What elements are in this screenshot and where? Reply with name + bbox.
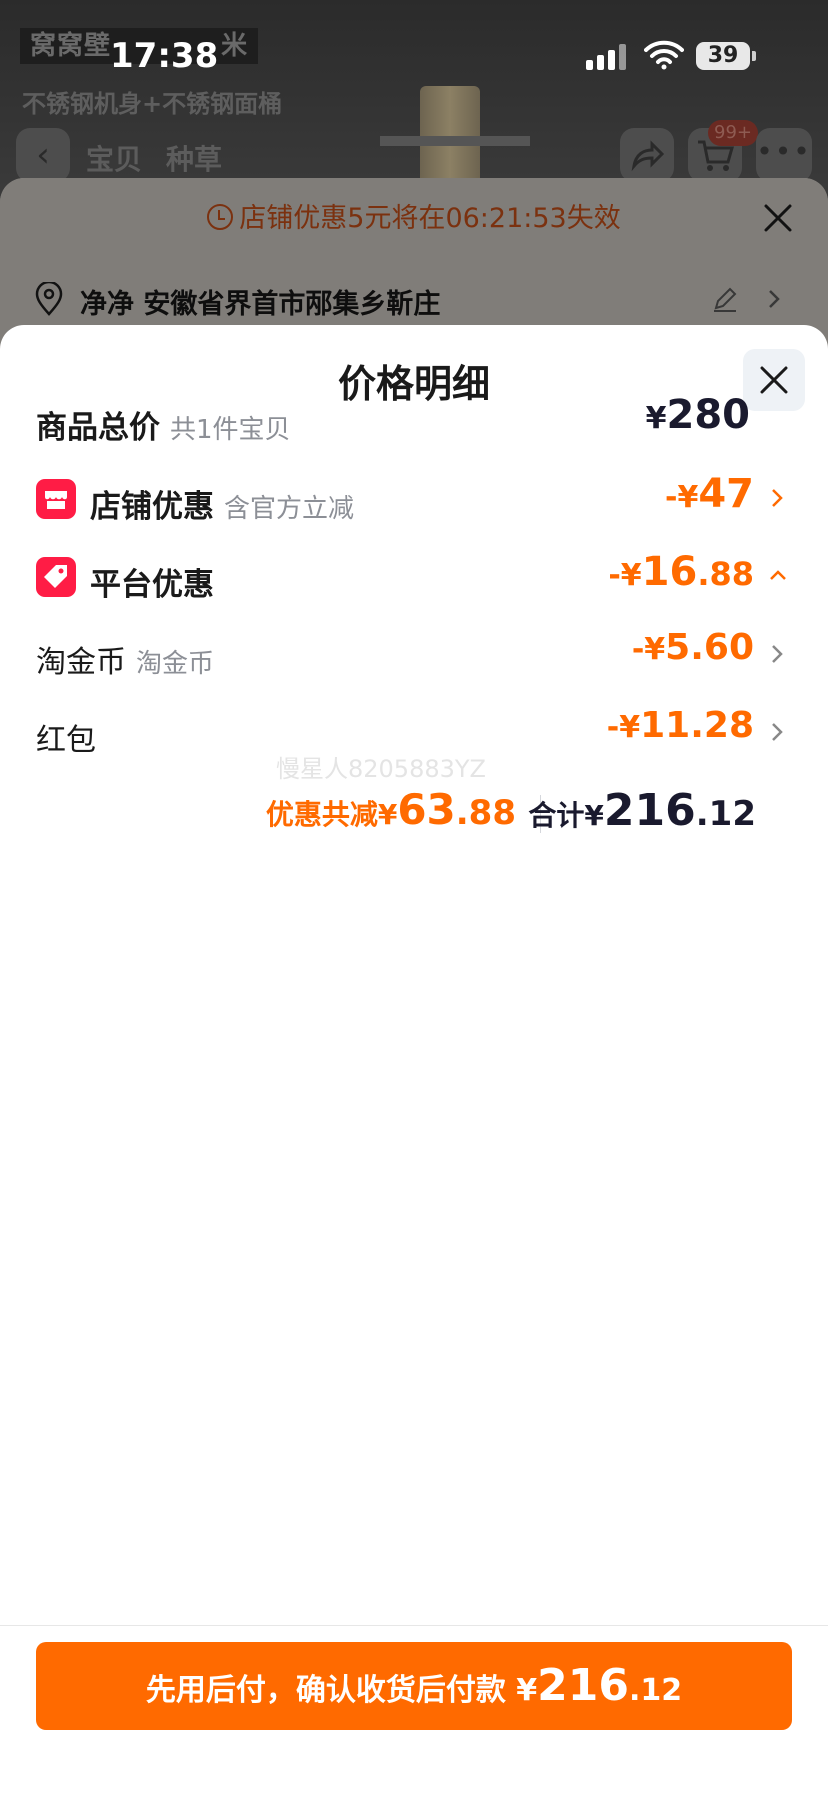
total-discount-cents: .88 xyxy=(455,793,516,833)
shop-discount-label: 店铺优惠 xyxy=(90,489,214,525)
total-discount: 优惠共减¥63.88 xyxy=(266,785,516,834)
tab-item[interactable]: 宝贝 xyxy=(86,138,142,178)
coin-discount-label: 淘金币 xyxy=(36,645,126,680)
amount-value: 5.60 xyxy=(665,627,754,668)
goods-total-row: 商品总价 共1件宝贝 ¥280 xyxy=(0,392,828,452)
red-packet-label: 红包 xyxy=(36,723,96,758)
red-packet-amount: -¥11.28 xyxy=(607,705,754,746)
goods-total-label: 商品总价 xyxy=(36,410,160,446)
battery-icon: 39 xyxy=(696,42,750,70)
shop-discount-sub: 含官方立减 xyxy=(224,494,355,524)
tab-grass[interactable]: 种草 xyxy=(166,138,222,178)
platform-discount-label: 平台优惠 xyxy=(90,567,214,603)
grand-total-amount: 216 xyxy=(603,785,696,836)
shop-discount-amount: -¥47 xyxy=(665,471,754,517)
total-discount-label: 优惠共减¥ xyxy=(265,798,398,831)
amount-value: 11.28 xyxy=(640,705,754,746)
signal-icon xyxy=(586,44,630,70)
row-label: 店铺优惠 含官方立减 xyxy=(90,481,354,526)
tag-icon xyxy=(36,557,76,597)
price-summary: 优惠共减¥63.88 合计¥216.12 xyxy=(0,785,828,845)
currency-symbol: ¥ xyxy=(645,401,667,436)
coin-discount-amount: -¥5.60 xyxy=(632,627,754,668)
currency-symbol: ¥ xyxy=(619,710,641,745)
pay-button-amount: 216 xyxy=(537,1660,630,1711)
product-nav-bar: ‹ 宝贝 种草 99+ ••• xyxy=(0,120,828,184)
chevron-right-icon xyxy=(772,645,783,663)
row-label: 平台优惠 xyxy=(90,559,214,604)
goods-total-sub: 共1件宝贝 xyxy=(170,415,291,445)
cart-badge: 99+ xyxy=(708,120,758,146)
pay-later-button[interactable]: 先用后付，确认收货后付款 ¥216.12 xyxy=(36,1642,792,1730)
back-button[interactable]: ‹ xyxy=(16,128,70,182)
shop-icon xyxy=(36,479,76,519)
pay-button-label: 先用后付，确认收货后付款 ¥ xyxy=(145,1673,538,1708)
total-discount-amount: 63 xyxy=(397,785,456,834)
currency-symbol: ¥ xyxy=(677,480,699,515)
chevron-right-icon xyxy=(772,723,783,741)
platform-discount-row[interactable]: 平台优惠 -¥16.88 xyxy=(0,549,828,609)
grand-total-label: 合计¥ xyxy=(528,799,604,832)
minus-sign: - xyxy=(631,632,645,667)
status-time: 17:38 xyxy=(110,36,219,76)
row-label: 商品总价 共1件宝贝 xyxy=(36,402,291,447)
pay-button-cents: .12 xyxy=(629,1673,683,1708)
platform-discount-amount: -¥16.88 xyxy=(608,549,754,595)
row-label: 淘金币 淘金币 xyxy=(36,637,214,681)
amount-cents: .88 xyxy=(697,555,754,593)
minus-sign: - xyxy=(665,480,678,515)
chevron-up-icon xyxy=(770,570,786,580)
status-bar: 17:38 39 xyxy=(0,0,828,100)
share-button[interactable] xyxy=(620,128,674,182)
row-label: 红包 xyxy=(36,715,96,759)
grand-total-cents: .12 xyxy=(695,794,756,834)
bottom-bar: 先用后付，确认收货后付款 ¥216.12 xyxy=(0,1625,828,1795)
shop-discount-row[interactable]: 店铺优惠 含官方立减 -¥47 xyxy=(0,471,828,531)
more-button[interactable]: ••• xyxy=(756,128,812,182)
amount-value: 47 xyxy=(698,471,754,517)
wifi-icon xyxy=(644,40,684,70)
goods-total-amount: ¥280 xyxy=(646,392,750,438)
minus-sign: - xyxy=(608,558,621,593)
minus-sign: - xyxy=(606,710,620,745)
amount-value: 280 xyxy=(666,392,751,438)
battery-tip xyxy=(752,51,756,61)
amount-value: 16 xyxy=(641,549,698,595)
coin-discount-sub: 淘金币 xyxy=(136,649,215,679)
currency-symbol: ¥ xyxy=(620,558,642,593)
share-icon xyxy=(631,140,665,172)
chevron-right-icon xyxy=(772,489,783,507)
price-detail-panel: 价格明细 商品总价 共1件宝贝 ¥280 店铺优惠 含官方立减 -¥47 平台优… xyxy=(0,325,828,1795)
watermark: 慢星人8205883YZ xyxy=(276,755,486,783)
grand-total: 合计¥216.12 xyxy=(528,785,756,836)
coin-discount-row[interactable]: 淘金币 淘金币 -¥5.60 xyxy=(0,627,828,687)
currency-symbol: ¥ xyxy=(644,632,666,667)
